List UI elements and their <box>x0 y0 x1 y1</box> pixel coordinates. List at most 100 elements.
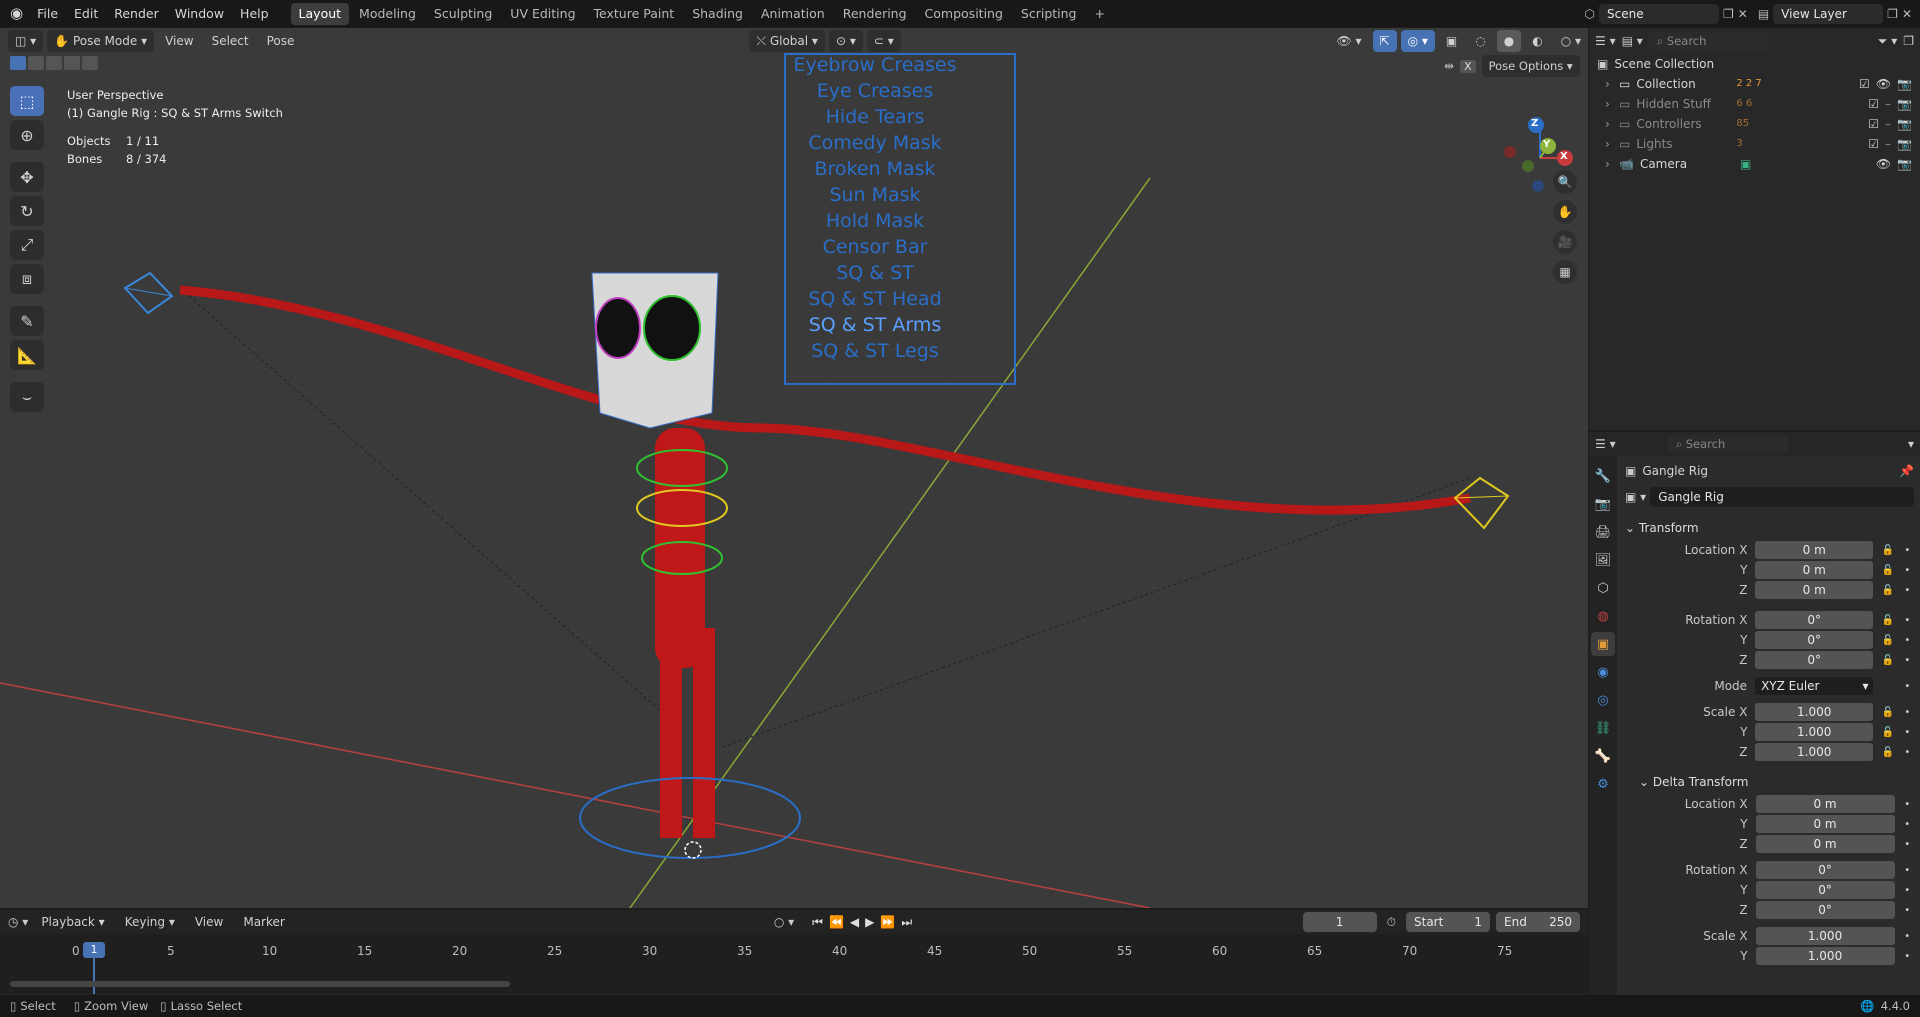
measure-tool-icon[interactable]: 📐 <box>10 340 44 370</box>
object-name-field[interactable]: Gangle Rig <box>1650 487 1914 507</box>
exclude-checkbox[interactable]: ☑ <box>1868 114 1879 134</box>
delta-location-y-field[interactable]: 0 m <box>1755 815 1895 833</box>
view-layer-selector[interactable]: ▤ View Layer ❐ ✕ <box>1758 3 1912 24</box>
delta-location-z-field[interactable]: 0 m <box>1755 835 1895 853</box>
jump-start-icon[interactable]: ⏮ <box>812 915 823 930</box>
object-tab-icon[interactable]: ▣ <box>1591 632 1615 656</box>
blender-logo-icon[interactable]: ◉ <box>0 0 29 27</box>
menu-view[interactable]: View <box>158 30 200 52</box>
outliner-row-camera[interactable]: › 📹 Camera ▣ 👁 📷 <box>1597 154 1912 174</box>
start-frame-field[interactable]: Start 1 <box>1406 912 1490 932</box>
render-tab-icon[interactable]: 📷 <box>1591 492 1615 516</box>
pan-icon[interactable]: ✋ <box>1553 200 1577 224</box>
expand-arrow-icon[interactable]: › <box>1605 154 1619 174</box>
menu-select[interactable]: Select <box>205 30 256 52</box>
view-layer-tab-icon[interactable]: 🖼 <box>1591 548 1615 572</box>
shading-material-icon[interactable]: ◐ <box>1525 30 1549 52</box>
tab-scripting[interactable]: Scripting <box>1013 3 1085 25</box>
select-intersect-icon[interactable] <box>82 56 98 70</box>
jump-end-icon[interactable]: ⏭ <box>901 915 912 930</box>
view-layer-name-field[interactable]: View Layer <box>1773 3 1884 24</box>
outliner-row-collection[interactable]: › ▭ Collection 2 2 7 ☑ 👁 📷 <box>1597 74 1912 94</box>
rotation-mode-dropdown[interactable]: XYZ Euler ▾ <box>1755 677 1873 695</box>
new-view-layer-icon[interactable]: ❐ <box>1887 7 1898 21</box>
frame-ruler[interactable]: 0 5 10 15 20 25 30 35 40 45 50 55 60 65 70 75 1 <box>0 934 1588 994</box>
tab-sculpting[interactable]: Sculpting <box>426 3 500 25</box>
keyframe-dot-icon[interactable]: • <box>1901 931 1915 942</box>
current-frame-field[interactable]: 1 <box>1302 912 1377 932</box>
scale-x-field[interactable]: 1.000 <box>1755 703 1874 721</box>
orientation-dropdown[interactable]: ⤬ Global ▾ <box>749 30 825 52</box>
tab-layout[interactable]: Layout <box>290 2 350 25</box>
location-z-field[interactable]: 0 m <box>1755 581 1874 599</box>
visibility-eye-icon[interactable]: – <box>1885 114 1891 134</box>
menu-pose[interactable]: Pose <box>260 30 302 52</box>
keyframe-dot-icon[interactable]: • <box>1901 839 1915 850</box>
menu-render[interactable]: Render <box>106 0 167 27</box>
keyframe-dot-icon[interactable]: • <box>1901 727 1915 738</box>
render-camera-icon[interactable]: 📷 <box>1897 114 1912 134</box>
expand-arrow-icon[interactable]: › <box>1605 94 1619 114</box>
delta-scale-x-field[interactable]: 1.000 <box>1755 927 1895 945</box>
rotation-y-field[interactable]: 0° <box>1755 631 1874 649</box>
keyframe-dot-icon[interactable]: • <box>1901 707 1915 718</box>
lock-icon[interactable]: 🔓 <box>1881 615 1895 626</box>
properties-options-icon[interactable]: ▾ <box>1908 437 1914 451</box>
lock-icon[interactable]: 🔓 <box>1881 585 1895 596</box>
zoom-icon[interactable]: 🔍 <box>1553 170 1577 194</box>
move-tool-icon[interactable]: ✥ <box>10 162 44 192</box>
keying-menu[interactable]: Keying ▾ <box>118 911 182 933</box>
scale-tool-icon[interactable]: ⤢ <box>10 230 44 260</box>
render-camera-icon[interactable]: 📷 <box>1897 154 1912 174</box>
keyframe-dot-icon[interactable]: • <box>1901 865 1915 876</box>
tab-shading[interactable]: Shading <box>684 3 751 25</box>
outliner-search-input[interactable]: ⌕ Search <box>1648 32 1769 50</box>
location-x-field[interactable]: 0 m <box>1755 541 1874 559</box>
ortho-toggle-icon[interactable]: ▦ <box>1553 260 1577 284</box>
object-data-tab-icon[interactable]: 🦴 <box>1591 744 1615 768</box>
keyframe-dot-icon[interactable]: • <box>1901 951 1915 962</box>
bone-tab-icon[interactable]: ⚙ <box>1591 772 1615 796</box>
delta-rotation-y-field[interactable]: 0° <box>1755 881 1895 899</box>
play-icon[interactable]: ▶ <box>865 915 874 930</box>
end-frame-field[interactable]: End 250 <box>1496 912 1580 932</box>
pivot-dropdown[interactable]: ⊙ ▾ <box>828 30 863 52</box>
scene-name-field[interactable]: Scene <box>1599 3 1719 24</box>
keyframe-dot-icon[interactable]: • <box>1901 545 1915 556</box>
annotate-tool-icon[interactable]: ✎ <box>10 306 44 336</box>
pose-options-dropdown[interactable]: Pose Options ▾ <box>1481 55 1580 77</box>
object-datablock-icon[interactable]: ▣ ▾ <box>1625 490 1646 504</box>
select-box-tool-icon[interactable]: ⬚ <box>10 86 44 116</box>
camera-view-icon[interactable]: 🎥 <box>1553 230 1577 254</box>
menu-file[interactable]: File <box>29 0 66 27</box>
rotation-x-field[interactable]: 0° <box>1755 611 1874 629</box>
rotate-tool-icon[interactable]: ↻ <box>10 196 44 226</box>
properties-search-input[interactable]: ⌕ Search <box>1667 435 1788 453</box>
delete-view-layer-icon[interactable]: ✕ <box>1902 7 1912 21</box>
display-mode-icon[interactable]: ▤ ▾ <box>1622 34 1643 48</box>
visibility-icon[interactable]: 👁 ▾ <box>1329 30 1368 52</box>
filter-icon[interactable]: ⏷ ▾ <box>1878 34 1897 49</box>
lock-icon[interactable]: 🔓 <box>1881 707 1895 718</box>
scale-y-field[interactable]: 1.000 <box>1755 723 1874 741</box>
lock-icon[interactable]: 🔓 <box>1881 545 1895 556</box>
playhead[interactable]: 1 <box>83 942 105 958</box>
play-reverse-icon[interactable]: ◀ <box>850 915 859 930</box>
render-camera-icon[interactable]: 📷 <box>1897 94 1912 114</box>
timeline-editor-type-icon[interactable]: ◷ ▾ <box>8 915 28 929</box>
tool-tab-icon[interactable]: 🔧 <box>1591 464 1615 488</box>
lock-icon[interactable]: 🔓 <box>1881 635 1895 646</box>
tab-compositing[interactable]: Compositing <box>917 3 1011 25</box>
mode-dropdown[interactable]: ✋ Pose Mode ▾ <box>47 30 155 52</box>
select-new-icon[interactable] <box>10 56 26 70</box>
keyframe-dot-icon[interactable]: • <box>1901 747 1915 758</box>
transform-tool-icon[interactable]: ⧈ <box>10 264 44 294</box>
keyframe-dot-icon[interactable]: • <box>1901 799 1915 810</box>
tab-texture-paint[interactable]: Texture Paint <box>586 3 683 25</box>
tab-modeling[interactable]: Modeling <box>351 3 424 25</box>
select-invert-icon[interactable] <box>64 56 80 70</box>
outliner-editor-type-icon[interactable]: ☰ ▾ <box>1595 34 1616 48</box>
keyframe-dot-icon[interactable]: • <box>1901 655 1915 666</box>
exclude-checkbox[interactable]: ☑ <box>1868 134 1879 154</box>
scale-z-field[interactable]: 1.000 <box>1755 743 1874 761</box>
